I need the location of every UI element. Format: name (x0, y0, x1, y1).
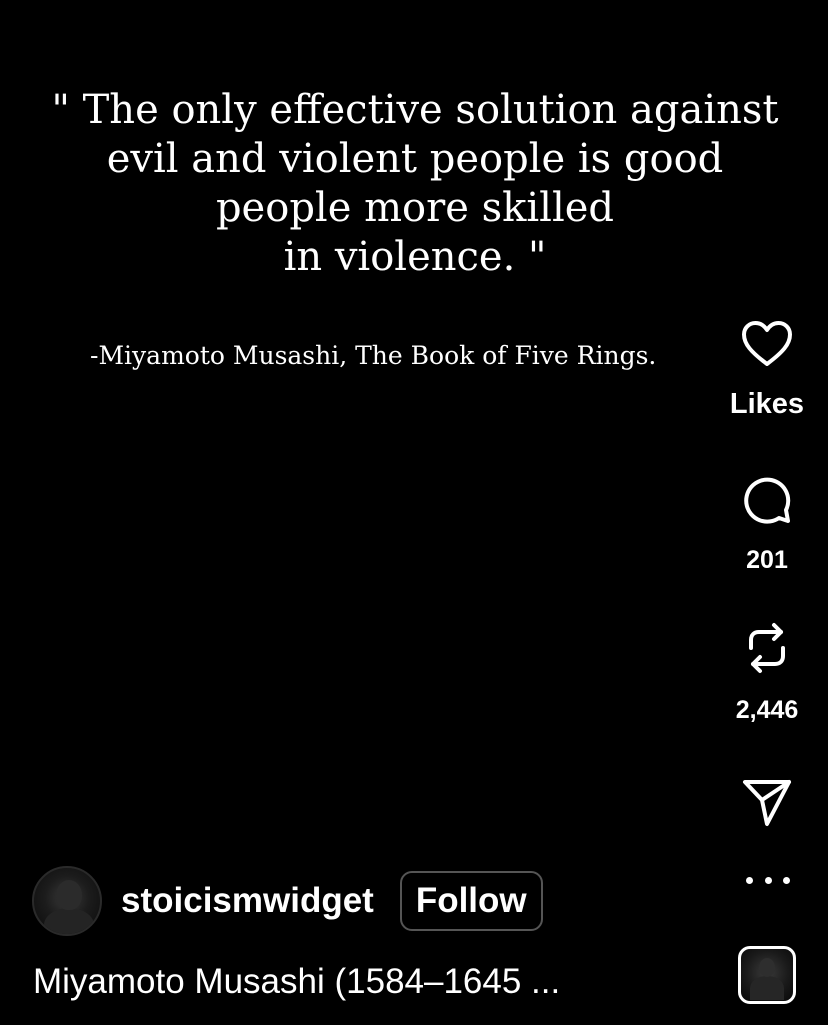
share-button[interactable] (718, 776, 816, 828)
more-dot (783, 876, 790, 884)
quote-attribution: -Miyamoto Musashi, The Book of Five Ring… (90, 341, 657, 370)
heart-icon[interactable] (741, 318, 793, 370)
more-options-icon[interactable] (746, 868, 790, 892)
username[interactable]: stoicismwidget (121, 881, 374, 921)
quote-text: " The only effective solution against ev… (40, 86, 790, 282)
post-caption[interactable]: Miyamoto Musashi (1584–1645 ... (33, 962, 560, 1002)
avatar-bust (44, 908, 94, 934)
more-dot (764, 876, 772, 884)
comment-icon[interactable] (741, 474, 793, 526)
quote-line: in violence. " (283, 234, 547, 280)
avatar[interactable] (32, 866, 102, 936)
follow-button[interactable]: Follow (399, 871, 543, 931)
audio-thumb-head (759, 958, 775, 977)
audio-thumb-bust (750, 976, 784, 1000)
quote-line: " The only effective solution against (51, 87, 779, 133)
quote-line: evil and violent people is good (106, 136, 724, 182)
repost-button[interactable]: 2,446 (718, 622, 816, 725)
likes-label[interactable]: Likes (730, 388, 804, 421)
audio-thumbnail[interactable] (738, 946, 796, 1004)
author-row: stoicismwidget Follow (32, 866, 543, 936)
like-button[interactable]: Likes (718, 318, 816, 421)
avatar-head (56, 880, 82, 910)
repost-count: 2,446 (735, 696, 799, 724)
quote-line: people more skilled (215, 185, 615, 231)
comment-button[interactable]: 201 (718, 474, 816, 575)
comment-count: 201 (746, 546, 788, 574)
send-icon[interactable] (741, 776, 793, 828)
repost-icon[interactable] (741, 622, 793, 674)
more-dot (746, 876, 753, 884)
